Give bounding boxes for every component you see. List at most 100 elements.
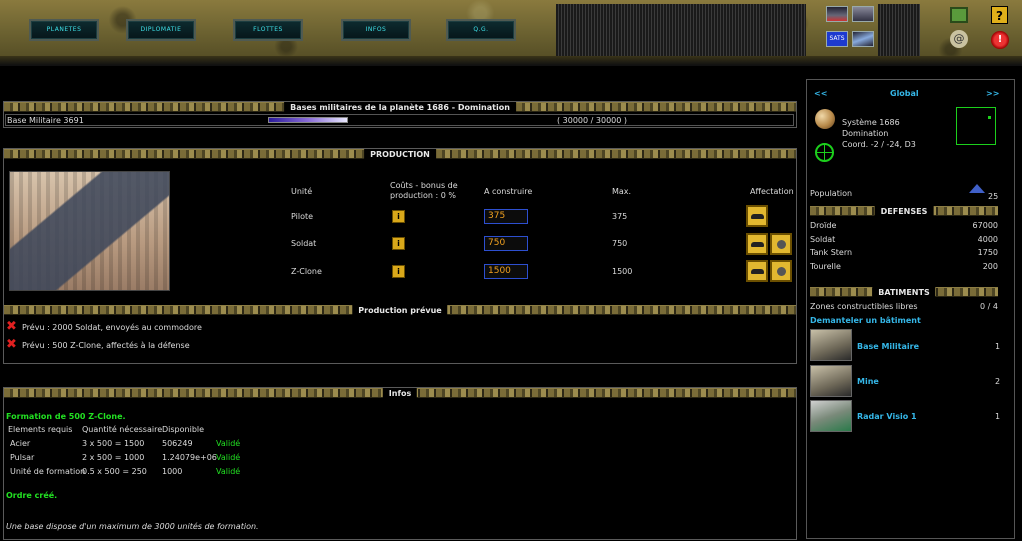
nav-infos-button[interactable]: INFOS (341, 19, 411, 41)
soldat-cost-info-icon[interactable]: i (392, 237, 405, 250)
help-icon[interactable]: ? (991, 6, 1008, 24)
assign-soldat-defense-button[interactable] (770, 233, 792, 255)
defense-row: Soldat 4000 (810, 235, 998, 244)
planned-2-cancel-icon[interactable]: ✖ (6, 338, 17, 351)
population-icon (969, 184, 985, 193)
mail-icon[interactable]: @ (950, 30, 968, 48)
pilote-qty-input[interactable]: 375 (484, 209, 528, 224)
infos-note: Une base dispose d'un maximum de 3000 un… (6, 522, 259, 531)
planet-minimap[interactable] (956, 107, 996, 145)
zclone-qty-input[interactable]: 1500 (484, 264, 528, 279)
prev-planet-link[interactable]: << (814, 89, 827, 98)
building-base-militaire-count: 1 (995, 342, 1001, 351)
production-title: PRODUCTION (364, 149, 436, 160)
population-value: 25 (988, 192, 999, 201)
defense-value: 1750 (977, 248, 998, 257)
planet-name: Domination (842, 129, 889, 138)
assign-zclone-defense-button[interactable] (770, 260, 792, 282)
target-icon[interactable] (815, 143, 834, 162)
defense-name: Soldat (810, 235, 836, 244)
defense-row: Tourelle 200 (810, 262, 998, 271)
base-name: Base Militaire 3691 (7, 116, 84, 125)
soldat-max: 750 (612, 239, 628, 248)
col-unit: Unité (291, 187, 313, 196)
defense-name: Droïde (810, 221, 837, 230)
dismantle-building-link[interactable]: Demanteler un bâtiment (810, 316, 921, 325)
fleet-icon[interactable] (826, 6, 848, 22)
building-mine-link[interactable]: Mine (857, 377, 879, 386)
base-militaire-image[interactable] (810, 329, 852, 361)
military-base-image (9, 171, 170, 291)
order-created-text: Ordre créé. (6, 491, 58, 500)
defense-name: Tank Stern (810, 248, 853, 257)
speaker-grill (556, 4, 806, 56)
mine-image[interactable] (810, 365, 852, 397)
nav-flottes-button[interactable]: FLOTTES (233, 19, 303, 41)
nav-diplomatie-button[interactable]: DIPLOMATIE (126, 19, 196, 41)
top-bar: PLANETES DIPLOMATIE FLOTTES INFOS Q.G. S… (0, 0, 1022, 66)
infos-col-available: Disponible (162, 425, 205, 434)
planned-1-cancel-icon[interactable]: ✖ (6, 320, 17, 333)
infos-col-element: Elements requis (8, 425, 73, 434)
screen-icon[interactable] (852, 6, 874, 22)
planned-title: Production prévue (352, 305, 448, 316)
infos-title: Infos (382, 388, 418, 399)
defense-name: Tourelle (810, 262, 841, 271)
planet-sidebar: << Global >> Système 1686 Domination Coo… (806, 79, 1015, 539)
map-icon[interactable] (950, 7, 968, 23)
infos-row-status: Validé (216, 439, 241, 448)
planned-item-1: Prévu : 2000 Soldat, envoyés au commodor… (22, 323, 202, 332)
zclone-cost-info-icon[interactable]: i (392, 265, 405, 278)
next-planet-link[interactable]: >> (986, 89, 999, 98)
pilote-max: 375 (612, 212, 628, 221)
infos-panel: Infos Formation de 500 Z-Clone. Elements… (3, 387, 797, 540)
defense-row: Tank Stern 1750 (810, 248, 998, 257)
infos-row-element: Unité de formation (10, 467, 86, 476)
production-header: PRODUCTION (4, 149, 796, 160)
defense-value: 67000 (972, 221, 998, 230)
base-progress-text: ( 30000 / 30000 ) (557, 116, 628, 125)
planet-coords: Coord. -2 / -24, D3 (842, 140, 916, 149)
speaker-grill-right (878, 4, 920, 56)
planet-icon (815, 109, 835, 129)
building-radar-visio-count: 1 (995, 412, 1001, 421)
infos-heading: Formation de 500 Z-Clone. (6, 412, 126, 421)
nav-planetes-button[interactable]: PLANETES (29, 19, 99, 41)
system-name: Système 1686 (842, 118, 900, 127)
planned-item-2: Prévu : 500 Z-Clone, affectés à la défen… (22, 341, 190, 350)
col-assignment: Affectation (750, 187, 794, 196)
defenses-title: DEFENSES (874, 206, 934, 217)
soldat-qty-input[interactable]: 750 (484, 236, 528, 251)
top-bar-rail (0, 56, 1022, 66)
production-panel: PRODUCTION Unité Coûts - bonus de produc… (3, 148, 797, 364)
infos-row-status: Validé (216, 453, 241, 462)
defense-value: 4000 (977, 235, 998, 244)
assign-soldat-commodore-button[interactable] (746, 233, 768, 255)
radar-visio-image[interactable] (810, 400, 852, 432)
building-radar-visio-link[interactable]: Radar Visio 1 (857, 412, 917, 421)
buildings-header: BATIMENTS (810, 287, 998, 298)
infos-header: Infos (4, 388, 796, 399)
global-title[interactable]: Global (890, 89, 919, 98)
defenses-header: DEFENSES (810, 206, 998, 217)
assign-pilote-commodore-button[interactable] (746, 205, 768, 227)
infos-row-available: 1.24079e+06 (162, 453, 217, 462)
col-max: Max. (612, 187, 632, 196)
pilote-cost-info-icon[interactable]: i (392, 210, 405, 223)
base-row[interactable]: Base Militaire 3691 ( 30000 / 30000 ) (5, 114, 794, 126)
assign-zclone-commodore-button[interactable] (746, 260, 768, 282)
ship-icon[interactable] (852, 31, 874, 47)
col-cost: Coûts - bonus de production : 0 % (390, 181, 458, 200)
nav-qg-button[interactable]: Q.G. (446, 19, 516, 41)
unit-pilote-label: Pilote (291, 212, 314, 221)
col-to-build: A construire (484, 187, 533, 196)
buildings-title: BATIMENTS (872, 287, 936, 298)
defense-row: Droïde 67000 (810, 221, 998, 230)
infos-row-available: 506249 (162, 439, 193, 448)
zones-row: Zones constructibles libres 0 / 4 (810, 302, 998, 311)
zones-value: 0 / 4 (980, 302, 998, 311)
building-base-militaire-link[interactable]: Base Militaire (857, 342, 919, 351)
quit-icon[interactable]: ! (991, 31, 1009, 49)
radar-icon[interactable]: SATS (826, 31, 848, 47)
infos-row-needed: 2 x 500 = 1000 (82, 453, 145, 462)
